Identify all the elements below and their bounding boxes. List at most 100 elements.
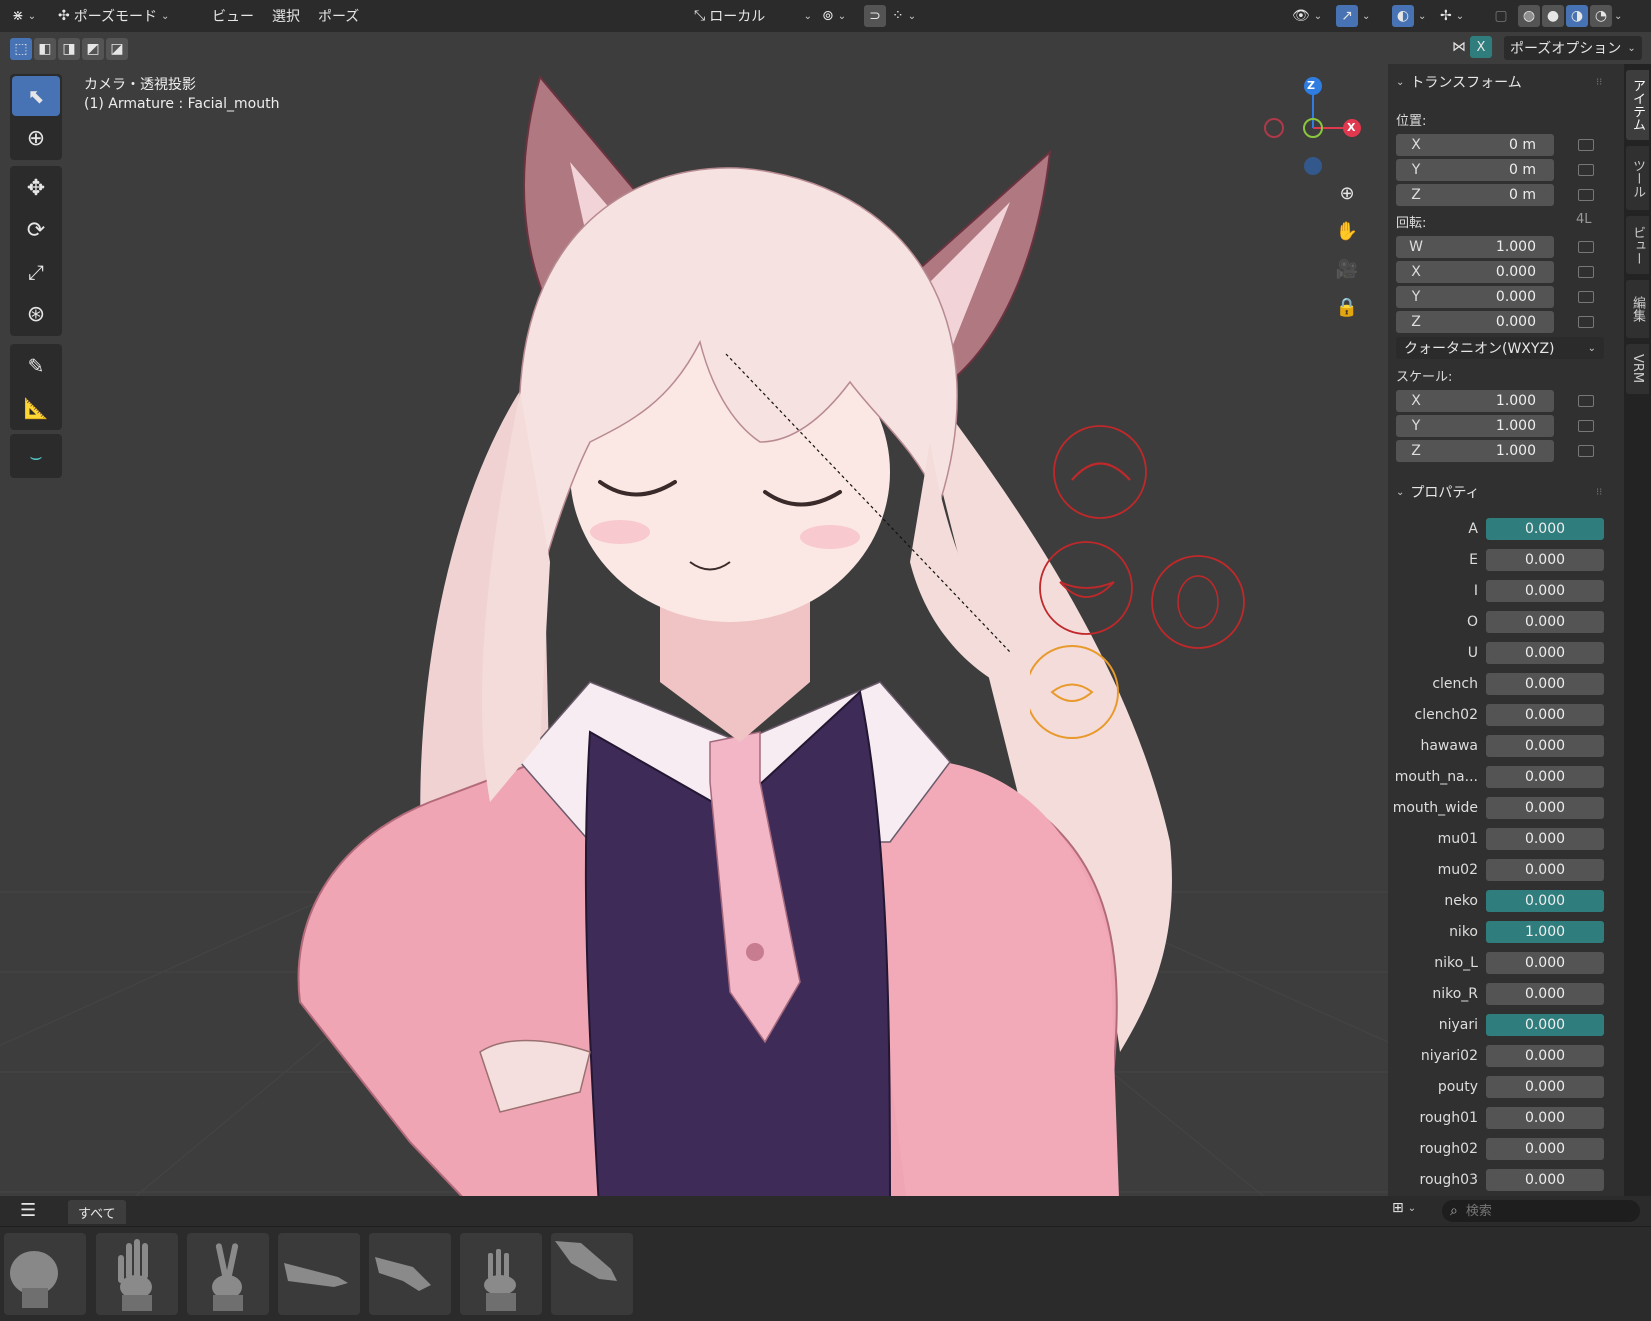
rotation-lock-4l[interactable]: 4L — [1576, 212, 1592, 227]
transform-tool[interactable]: ⊛ — [12, 294, 60, 334]
property-value-field[interactable]: 0.000 — [1486, 1169, 1604, 1191]
pose-thumb-claw[interactable] — [460, 1233, 542, 1315]
properties-header[interactable]: ⌄ プロパティ ⁝⁝ — [1396, 482, 1602, 502]
scale-z-field[interactable]: Z 1.000 — [1396, 440, 1554, 462]
lock-icon[interactable] — [1578, 266, 1594, 278]
property-value-field[interactable]: 0.000 — [1486, 797, 1604, 819]
lock-icon[interactable] — [1578, 420, 1594, 432]
visibility-dropdown[interactable]: 👁 ⌄ — [1292, 4, 1322, 28]
display-mode-dropdown[interactable]: ⊞ ⌄ — [1392, 1200, 1416, 1216]
tab-item[interactable]: アイテム — [1626, 70, 1649, 140]
wireframe-shading-icon[interactable]: ◍ — [1518, 5, 1540, 27]
menu-pose[interactable]: ポーズ — [318, 4, 359, 28]
measure-tool[interactable]: 📐 — [12, 388, 60, 428]
property-value-field[interactable]: 1.000 — [1486, 921, 1604, 943]
pose-thumb-palm-down[interactable] — [551, 1233, 633, 1315]
pose-options-dropdown[interactable]: ポーズオプション ⌄ — [1504, 36, 1642, 60]
xray-toggle[interactable]: ▢ — [1490, 4, 1512, 28]
property-value-field[interactable]: 0.000 — [1486, 828, 1604, 850]
tab-tool[interactable]: ツール — [1626, 146, 1649, 210]
pose-thumb-fist[interactable] — [4, 1233, 86, 1315]
property-value-field[interactable]: 0.000 — [1486, 673, 1604, 695]
material-shading-icon[interactable]: ◑ — [1566, 5, 1588, 27]
scale-tool[interactable]: ⤢ — [12, 252, 60, 292]
drag-handle-icon[interactable]: ⁝⁝ — [1596, 77, 1602, 88]
select-subtract-icon[interactable]: ◨ — [58, 38, 80, 60]
property-value-field[interactable]: 0.000 — [1486, 1138, 1604, 1160]
camera-view-button[interactable]: 🎥 — [1332, 254, 1362, 284]
relax-pose-tool[interactable]: ⌣ — [12, 436, 60, 476]
select-intersect-icon[interactable]: ◪ — [106, 38, 128, 60]
rot-w-field[interactable]: W 1.000 — [1396, 236, 1554, 258]
drag-handle-icon[interactable]: ⁝⁝ — [1596, 487, 1602, 498]
property-value-field[interactable]: 0.000 — [1486, 611, 1604, 633]
rendered-shading-icon[interactable]: ◔ — [1590, 5, 1612, 27]
select-extend-icon[interactable]: ◧ — [34, 38, 56, 60]
tab-vrm[interactable]: VRM — [1626, 344, 1649, 394]
menu-select[interactable]: 選択 — [272, 4, 300, 28]
move-tool[interactable]: ✥ — [12, 168, 60, 208]
snap-toggle[interactable]: ⊃ — [864, 4, 886, 28]
loc-x-field[interactable]: X 0 m — [1396, 134, 1554, 156]
select-invert-icon[interactable]: ◩ — [82, 38, 104, 60]
property-value-field[interactable]: 0.000 — [1486, 704, 1604, 726]
scale-x-field[interactable]: X 1.000 — [1396, 390, 1554, 412]
rotation-mode-dropdown[interactable]: クォータニオン(WXYZ) ⌄ — [1396, 337, 1604, 359]
cursor-tool[interactable]: ⊕ — [12, 118, 60, 158]
lock-icon[interactable] — [1578, 139, 1594, 151]
lock-icon[interactable] — [1578, 241, 1594, 253]
property-value-field[interactable]: 0.000 — [1486, 549, 1604, 571]
pivot-dropdown[interactable]: ⊚ ⌄ — [822, 4, 846, 28]
rotate-tool[interactable]: ⟳ — [12, 210, 60, 250]
property-value-field[interactable]: 0.000 — [1486, 580, 1604, 602]
chevron-down-icon[interactable]: ⌄ — [1614, 11, 1622, 22]
pan-button[interactable]: ✋ — [1332, 216, 1362, 246]
tab-edit[interactable]: 編集 — [1626, 280, 1649, 338]
select-box-tool[interactable]: ⬉ — [12, 76, 60, 116]
lock-icon[interactable] — [1578, 316, 1594, 328]
orientation-dropdown[interactable]: ⤡ ローカル ⌄ — [694, 4, 812, 28]
scale-y-field[interactable]: Y 1.000 — [1396, 415, 1554, 437]
property-value-field[interactable]: 0.000 — [1486, 1107, 1604, 1129]
property-value-field[interactable]: 0.000 — [1486, 735, 1604, 757]
search-input[interactable] — [1463, 1202, 1618, 1220]
lock-icon[interactable] — [1578, 445, 1594, 457]
mode-dropdown[interactable]: ✣ ポーズモード ⌄ — [58, 4, 169, 28]
lock-icon[interactable] — [1578, 291, 1594, 303]
3d-viewport[interactable]: カメラ・透視投影 (1) Armature : Facial_mouth Z X… — [0, 32, 1388, 1226]
property-value-field[interactable]: 0.000 — [1486, 859, 1604, 881]
property-value-field[interactable]: 0.000 — [1486, 890, 1604, 912]
select-new-icon[interactable]: ⬚ — [10, 38, 32, 60]
lock-icon[interactable] — [1578, 164, 1594, 176]
hamburger-menu-icon[interactable]: ☰ — [20, 1200, 36, 1221]
property-value-field[interactable]: 0.000 — [1486, 766, 1604, 788]
zoom-button[interactable]: ⊕ — [1332, 178, 1362, 208]
property-value-field[interactable]: 0.000 — [1486, 1014, 1604, 1036]
property-value-field[interactable]: 0.000 — [1486, 983, 1604, 1005]
tab-view[interactable]: ビュー — [1626, 216, 1649, 274]
bone-overlay-dropdown[interactable]: ✢ ⌄ — [1440, 4, 1464, 28]
search-field[interactable]: ⌕ — [1442, 1200, 1640, 1222]
loc-y-field[interactable]: Y 0 m — [1396, 159, 1554, 181]
overlay-toggle[interactable]: ◐ ⌄ — [1392, 4, 1426, 28]
annotate-tool[interactable]: ✎ — [12, 346, 60, 386]
transform-header[interactable]: ⌄ トランスフォーム ⁝⁝ — [1396, 72, 1602, 92]
x-mirror-toggle[interactable]: X — [1470, 36, 1492, 58]
rot-z-field[interactable]: Z 0.000 — [1396, 311, 1554, 333]
solid-shading-icon[interactable]: ● — [1542, 5, 1564, 27]
rot-y-field[interactable]: Y 0.000 — [1396, 286, 1554, 308]
property-value-field[interactable]: 0.000 — [1486, 642, 1604, 664]
menu-view[interactable]: ビュー — [212, 4, 254, 28]
pose-thumb-peace[interactable] — [187, 1233, 269, 1315]
property-value-field[interactable]: 0.000 — [1486, 952, 1604, 974]
pose-thumb-open-hand[interactable] — [96, 1233, 178, 1315]
lock-icon[interactable] — [1578, 189, 1594, 201]
tab-all[interactable]: すべて — [68, 1200, 126, 1224]
pose-thumb-flat-hand[interactable] — [278, 1233, 360, 1315]
pose-thumb-relaxed-hand[interactable] — [369, 1233, 451, 1315]
lock-camera-button[interactable]: 🔒 — [1332, 292, 1362, 322]
rot-x-field[interactable]: X 0.000 — [1396, 261, 1554, 283]
facial-bone-shapes[interactable] — [1030, 392, 1260, 752]
gizmo-toggle[interactable]: ↗ ⌄ — [1336, 4, 1370, 28]
property-value-field[interactable]: 0.000 — [1486, 518, 1604, 540]
